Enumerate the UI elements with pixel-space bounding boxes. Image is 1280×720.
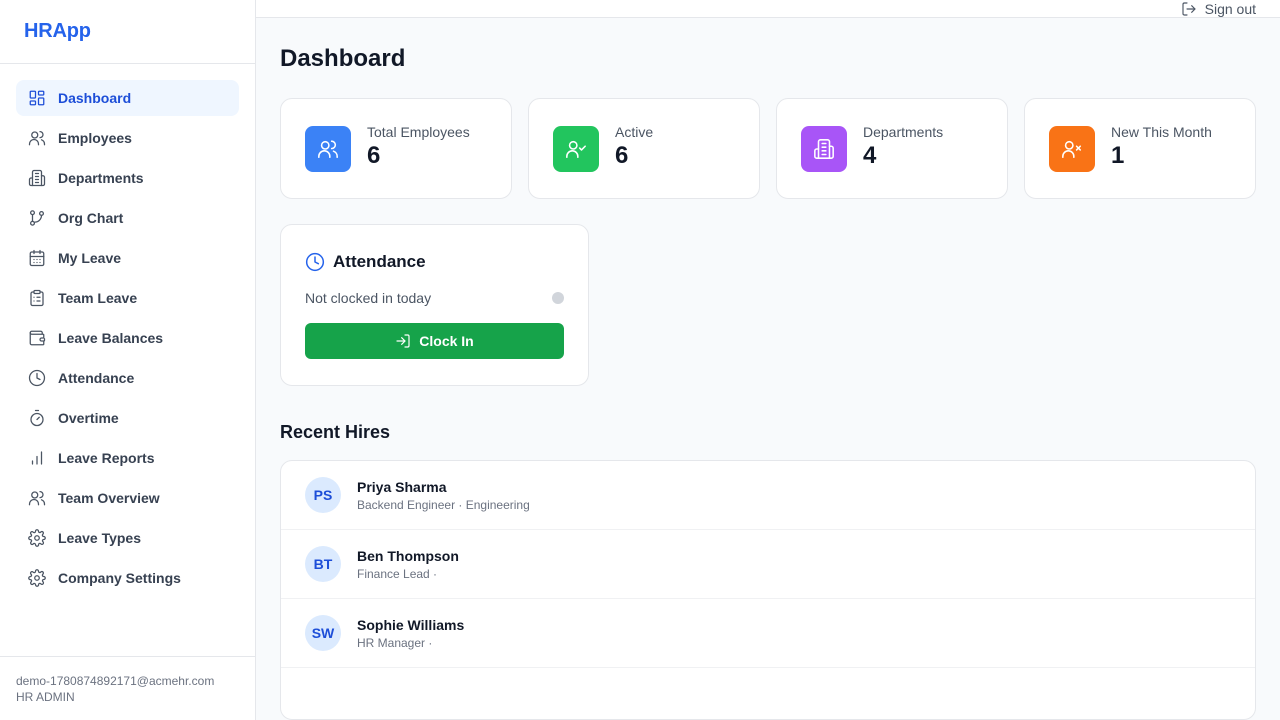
stats-row: Total Employees 6 Active 6 Departments 4… xyxy=(280,98,1256,199)
sidebar-item-company-settings[interactable]: Company Settings xyxy=(16,560,239,596)
git-branch-icon xyxy=(28,209,46,227)
list-item[interactable]: BT Ben Thompson Finance Lead · xyxy=(281,530,1255,599)
list-item[interactable]: PS Priya Sharma Backend Engineer · Engin… xyxy=(281,461,1255,530)
page-title: Dashboard xyxy=(280,45,406,72)
stat-label: New This Month xyxy=(1111,123,1212,140)
clock-in-button[interactable]: Clock In xyxy=(305,323,564,359)
users-icon xyxy=(305,125,351,172)
topbar: Sign out xyxy=(256,0,1280,18)
wallet-icon xyxy=(28,329,46,347)
sidebar-item-leave-types[interactable]: Leave Types xyxy=(16,520,239,556)
status-dot xyxy=(552,292,564,304)
stat-value: 6 xyxy=(367,141,381,169)
stat-card-active: Active 6 xyxy=(528,98,760,199)
sidebar-item-label: Team Overview xyxy=(58,490,160,506)
hire-subtitle: HR Manager · xyxy=(357,635,433,650)
stat-card-departments: Departments 4 xyxy=(776,98,1008,199)
sidebar-item-label: Company Settings xyxy=(58,570,181,586)
stat-label: Active xyxy=(615,123,654,140)
sidebar-item-label: Overtime xyxy=(58,410,119,426)
sign-out-label: Sign out xyxy=(1204,0,1256,17)
sidebar-item-attendance[interactable]: Attendance xyxy=(16,360,239,396)
app-root: HRApp Dashboard Employees Departments Or… xyxy=(0,0,1280,720)
user-check-icon xyxy=(553,125,599,172)
avatar: BT xyxy=(305,546,341,582)
gear-icon xyxy=(28,569,46,587)
dashboard-icon xyxy=(28,89,46,107)
sidebar-item-label: Dashboard xyxy=(58,90,132,106)
gear-icon xyxy=(28,529,46,547)
sidebar-item-label: Team Leave xyxy=(58,290,138,306)
attendance-status: Not clocked in today xyxy=(305,290,432,306)
user-x-icon xyxy=(1049,125,1095,172)
log-in-icon xyxy=(396,334,410,348)
sidebar-item-team-leave[interactable]: Team Leave xyxy=(16,280,239,316)
hire-subtitle: Finance Lead · xyxy=(357,566,438,581)
avatar: PS xyxy=(305,477,341,513)
list-item[interactable]: SW Sophie Williams HR Manager · xyxy=(281,599,1255,668)
user-email: demo-1780874892171@acmehr.com xyxy=(16,674,215,688)
clock-in-label: Clock In xyxy=(419,333,474,349)
brand-logo[interactable]: HRApp xyxy=(0,0,255,64)
dashboard-content: Dashboard Total Employees 6 Active 6 Dep… xyxy=(256,18,1280,720)
user-info: demo-1780874892171@acmehr.com HR ADMIN xyxy=(0,656,255,720)
building-icon xyxy=(801,125,847,172)
sidebar-item-departments[interactable]: Departments xyxy=(16,160,239,196)
hire-name: Sophie Williams xyxy=(357,616,465,633)
calendar-icon xyxy=(28,249,46,267)
stat-label: Departments xyxy=(863,123,944,140)
sidebar-item-label: Leave Reports xyxy=(58,450,155,466)
sidebar-item-label: Attendance xyxy=(58,370,135,386)
bar-chart-icon xyxy=(28,449,46,467)
sidebar-nav: Dashboard Employees Departments Org Char… xyxy=(0,64,255,596)
sidebar-item-org-chart[interactable]: Org Chart xyxy=(16,200,239,236)
sidebar-item-label: Leave Balances xyxy=(58,330,164,346)
log-out-icon xyxy=(1182,1,1196,16)
sign-out-button[interactable]: Sign out xyxy=(1181,1,1256,17)
stat-card-new-this-month: New This Month 1 xyxy=(1024,98,1256,199)
sidebar-item-label: My Leave xyxy=(58,250,122,266)
clock-icon xyxy=(28,369,46,387)
stat-value: 4 xyxy=(863,141,877,169)
clock-icon xyxy=(305,252,325,272)
attendance-title: Attendance xyxy=(333,252,426,271)
sidebar-item-leave-reports[interactable]: Leave Reports xyxy=(16,440,239,476)
sidebar-item-label: Org Chart xyxy=(58,210,124,226)
hire-name: Ben Thompson xyxy=(357,547,459,564)
sidebar-item-my-leave[interactable]: My Leave xyxy=(16,240,239,276)
building-icon xyxy=(28,169,46,187)
hire-name: Priya Sharma xyxy=(357,478,447,495)
user-role: HR ADMIN xyxy=(16,690,75,704)
timer-icon xyxy=(28,409,46,427)
sidebar-item-overtime[interactable]: Overtime xyxy=(16,400,239,436)
users-icon xyxy=(28,129,46,147)
sidebar-item-employees[interactable]: Employees xyxy=(16,120,239,156)
sidebar-item-label: Departments xyxy=(58,170,144,186)
recent-hires-list: PS Priya Sharma Backend Engineer · Engin… xyxy=(280,460,1256,720)
sidebar-item-label: Leave Types xyxy=(58,530,142,546)
users-icon xyxy=(28,489,46,507)
avatar: SW xyxy=(305,615,341,651)
stat-card-total-employees: Total Employees 6 xyxy=(280,98,512,199)
sidebar-item-team-overview[interactable]: Team Overview xyxy=(16,480,239,516)
sidebar: HRApp Dashboard Employees Departments Or… xyxy=(0,0,256,720)
sidebar-item-leave-balances[interactable]: Leave Balances xyxy=(16,320,239,356)
sidebar-item-label: Employees xyxy=(58,130,132,146)
main-area: Sign out Dashboard Total Employees 6 Act… xyxy=(256,0,1280,720)
stat-label: Total Employees xyxy=(367,123,470,140)
recent-hires-title: Recent Hires xyxy=(280,422,391,442)
hire-subtitle: Backend Engineer · Engineering xyxy=(357,497,530,512)
sidebar-item-dashboard[interactable]: Dashboard xyxy=(16,80,239,116)
clipboard-icon xyxy=(28,289,46,307)
stat-value: 1 xyxy=(1111,141,1125,169)
stat-value: 6 xyxy=(615,141,629,169)
attendance-card: Attendance Not clocked in today Clock In xyxy=(280,224,589,386)
